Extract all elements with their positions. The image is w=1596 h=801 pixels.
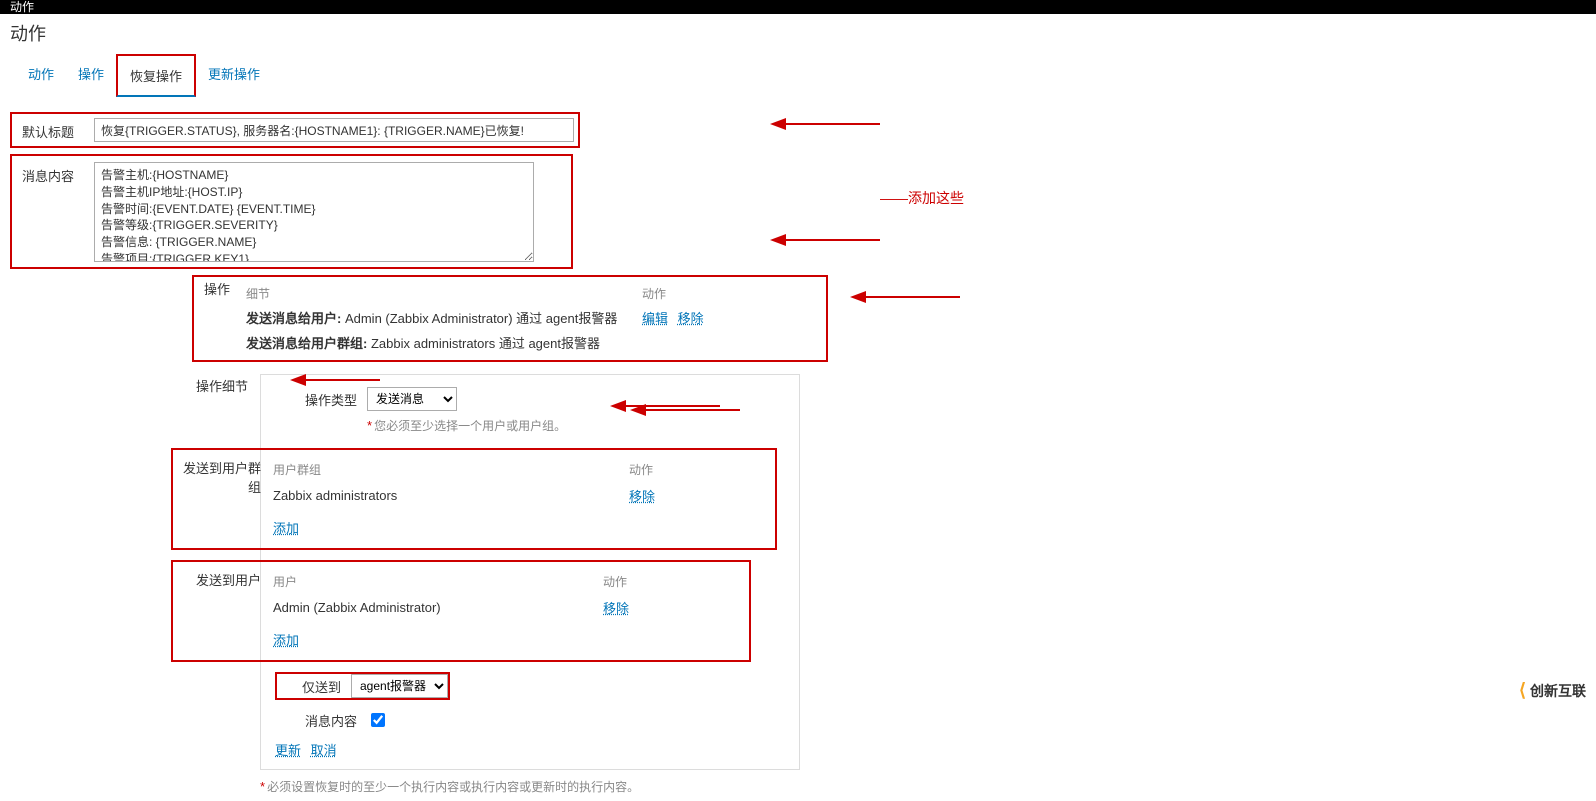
operation-row: 发送消息给用户: Admin (Zabbix Administrator) 通过… [246, 306, 762, 329]
col-usergroup: 用户群组 [273, 458, 627, 481]
top-crumb: 动作 [0, 0, 1596, 14]
operations-table: 细节 动作 发送消息给用户: Admin (Zabbix Administrat… [244, 281, 764, 356]
operation-type-select[interactable]: 发送消息 [367, 387, 457, 411]
tab-update-operations[interactable]: 更新操作 [196, 54, 272, 97]
annotation-add-these: ——添加这些 [880, 188, 964, 208]
footer-hint: 必须设置恢复时的至少一个执行内容或执行内容或更新时的执行内容。 [267, 780, 639, 794]
remove-link[interactable]: 移除 [603, 601, 629, 616]
arrow-annotation-icon [850, 291, 960, 303]
message-content-checkbox[interactable] [371, 713, 385, 727]
label-send-only: 仅送到 [277, 677, 351, 696]
arrow-annotation-icon [770, 118, 880, 130]
arrow-annotation-icon [770, 234, 880, 246]
cancel-button[interactable]: 取消 [311, 743, 337, 758]
remove-link[interactable]: 移除 [629, 489, 655, 504]
operation-detail-box: 操作类型 发送消息 *您必须至少选择一个用户或用户组。 发送到用户群组 [260, 374, 800, 770]
send-only-select[interactable]: agent报警器 [351, 674, 448, 698]
add-usergroup-link[interactable]: 添加 [273, 521, 299, 536]
col-detail: 细节 [246, 283, 640, 304]
col-action: 动作 [642, 283, 762, 304]
users-table: 用户 动作 Admin (Zabbix Administrator) 移除 添加 [271, 568, 675, 654]
col-action: 动作 [629, 458, 699, 481]
operation-row: 发送消息给用户群组: Zabbix administrators 通过 agen… [246, 331, 762, 354]
col-user: 用户 [273, 570, 601, 593]
label-message-content: 消息内容 [16, 162, 86, 265]
tab-recovery-operations[interactable]: 恢复操作 [116, 54, 196, 97]
edit-link[interactable]: 编辑 [642, 311, 668, 326]
tab-action[interactable]: 动作 [16, 54, 66, 97]
tab-operations[interactable]: 操作 [66, 54, 116, 97]
default-subject-input[interactable] [94, 118, 574, 142]
add-user-link[interactable]: 添加 [273, 633, 299, 648]
label-send-users: 发送到用户 [179, 568, 271, 654]
tabs: 动作 操作 恢复操作 更新操作 [10, 54, 1586, 98]
label-operation-type: 操作类型 [275, 390, 367, 409]
brand-logo: ⟨ 创新互联 [1519, 680, 1586, 701]
label-default-subject: 默认标题 [16, 118, 86, 142]
update-button[interactable]: 更新 [275, 743, 301, 758]
arrow-annotation-icon [290, 374, 380, 386]
logo-icon: ⟨ [1519, 680, 1526, 701]
page-title: 动作 [10, 14, 1586, 48]
type-hint: 您必须至少选择一个用户或用户组。 [374, 419, 566, 433]
arrow-annotation-icon [610, 400, 720, 412]
remove-link[interactable]: 移除 [678, 311, 704, 326]
usergroups-table: 用户群组 动作 Zabbix administrators 移除 添加 [271, 456, 701, 542]
usergroup-row: Zabbix administrators 移除 [273, 483, 699, 508]
user-row: Admin (Zabbix Administrator) 移除 [273, 595, 673, 620]
label-send-usergroups: 发送到用户群组 [179, 456, 271, 542]
label-msg-content-checkbox: 消息内容 [275, 711, 367, 730]
col-action: 动作 [603, 570, 673, 593]
message-content-textarea[interactable] [94, 162, 534, 262]
